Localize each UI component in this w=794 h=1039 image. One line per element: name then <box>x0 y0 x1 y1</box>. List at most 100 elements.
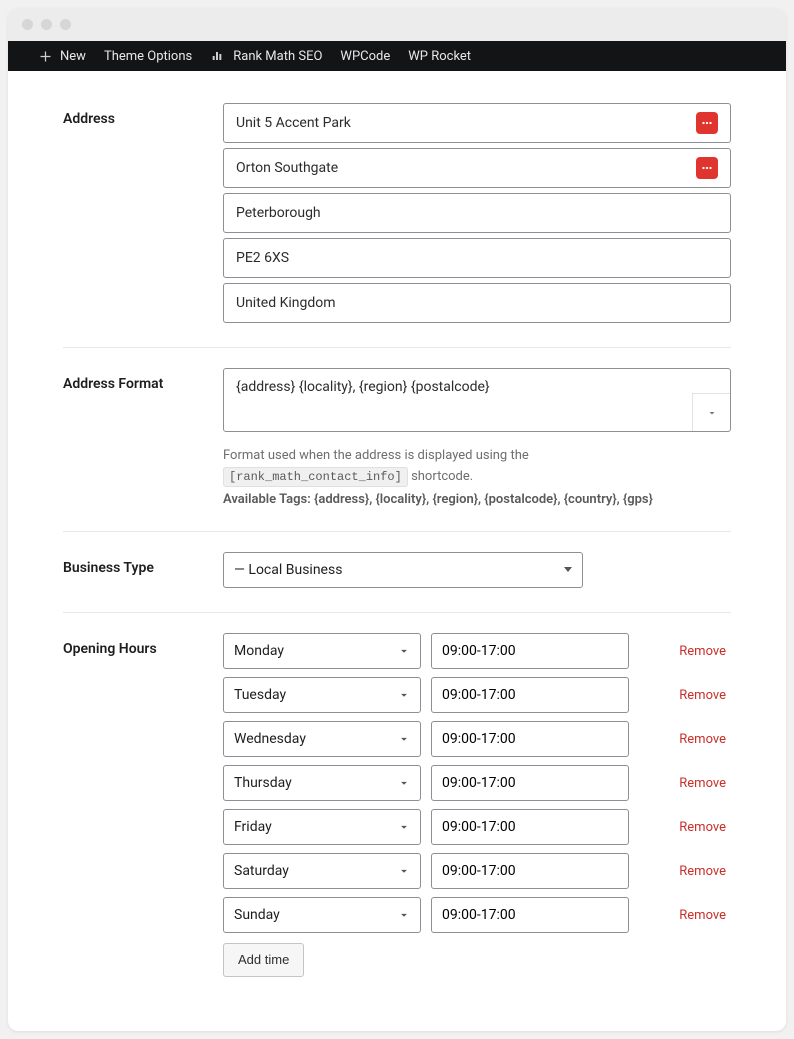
time-input-wrap[interactable] <box>431 897 629 933</box>
address-format-field: Format used when the address is displaye… <box>223 368 731 507</box>
time-input-wrap[interactable] <box>431 721 629 757</box>
help-line-1: Format used when the address is displaye… <box>223 446 731 488</box>
day-select[interactable]: Wednesday <box>223 721 421 757</box>
day-select[interactable]: Monday <box>223 633 421 669</box>
day-value: Friday <box>234 819 272 835</box>
address-format-row: Address Format Format used when the addr… <box>63 356 731 532</box>
business-type-value: — Local Business <box>234 562 342 578</box>
chevron-down-icon <box>397 776 411 790</box>
time-input[interactable] <box>442 863 618 879</box>
bar-chart-icon <box>210 48 226 64</box>
app-window: New Theme Options Rank Math SEO WPCode W… <box>8 8 786 1031</box>
address-line-3-input[interactable] <box>236 205 718 221</box>
day-select[interactable]: Sunday <box>223 897 421 933</box>
chevron-down-icon <box>706 407 718 419</box>
remove-link[interactable]: Remove <box>679 862 731 879</box>
opening-hours-entry: Friday Remove <box>223 809 731 845</box>
address-format-textarea[interactable] <box>224 369 730 427</box>
window-titlebar <box>8 8 786 41</box>
remove-link[interactable]: Remove <box>679 906 731 923</box>
address-line-2-input[interactable] <box>236 160 688 176</box>
opening-hours-fields: Monday Remove Tuesday Remove Wednesday Remove… <box>223 633 731 977</box>
remove-link[interactable]: Remove <box>679 774 731 791</box>
address-fields <box>223 103 731 323</box>
address-line-1-input[interactable] <box>236 115 688 131</box>
address-row: Address <box>63 91 731 348</box>
address-line-4[interactable] <box>223 238 731 278</box>
wpcode-link[interactable]: WPCode <box>340 49 390 64</box>
help-suffix: shortcode. <box>411 469 473 484</box>
add-time-button[interactable]: Add time <box>223 943 304 977</box>
time-input[interactable] <box>442 775 618 791</box>
time-input-wrap[interactable] <box>431 633 629 669</box>
day-select[interactable]: Tuesday <box>223 677 421 713</box>
theme-options-label: Theme Options <box>104 49 192 64</box>
business-type-label: Business Type <box>63 552 223 576</box>
opening-hours-entry: Tuesday Remove <box>223 677 731 713</box>
chevron-down-icon <box>397 644 411 658</box>
wprocket-link[interactable]: WP Rocket <box>408 49 471 64</box>
ellipsis-icon <box>700 161 714 175</box>
opening-hours-entry: Wednesday Remove <box>223 721 731 757</box>
opening-hours-entry: Monday Remove <box>223 633 731 669</box>
address-format-textarea-wrap <box>223 368 731 432</box>
opening-hours-entry: Saturday Remove <box>223 853 731 889</box>
time-input-wrap[interactable] <box>431 809 629 845</box>
chevron-down-icon <box>397 864 411 878</box>
wpcode-label: WPCode <box>340 49 390 64</box>
business-type-select[interactable]: — Local Business <box>223 552 583 588</box>
day-value: Tuesday <box>234 687 286 703</box>
address-line-5[interactable] <box>223 283 731 323</box>
translation-badge-icon[interactable] <box>696 112 718 134</box>
new-label: New <box>60 49 86 64</box>
remove-link[interactable]: Remove <box>679 818 731 835</box>
ellipsis-icon <box>700 116 714 130</box>
day-select[interactable]: Friday <box>223 809 421 845</box>
time-input[interactable] <box>442 819 618 835</box>
day-value: Monday <box>234 643 284 659</box>
caret-down-icon <box>564 567 572 572</box>
wprocket-label: WP Rocket <box>408 49 471 64</box>
textarea-resizer[interactable] <box>692 393 730 431</box>
tags-list: {address}, {locality}, {region}, {postal… <box>314 492 653 507</box>
day-select[interactable]: Saturday <box>223 853 421 889</box>
address-line-4-input[interactable] <box>236 250 718 266</box>
time-input[interactable] <box>442 907 618 923</box>
shortcode-pill: [rank_math_contact_info] <box>223 467 408 487</box>
opening-hours-entry: Sunday Remove <box>223 897 731 933</box>
time-input[interactable] <box>442 687 618 703</box>
time-input-wrap[interactable] <box>431 853 629 889</box>
time-input-wrap[interactable] <box>431 765 629 801</box>
traffic-light-zoom[interactable] <box>60 19 71 30</box>
time-input-wrap[interactable] <box>431 677 629 713</box>
chevron-down-icon <box>397 820 411 834</box>
help-prefix: Format used when the address is displaye… <box>223 448 529 463</box>
address-line-5-input[interactable] <box>236 295 718 311</box>
admin-bar: New Theme Options Rank Math SEO WPCode W… <box>8 41 786 71</box>
rank-math-link[interactable]: Rank Math SEO <box>210 48 322 64</box>
traffic-light-close[interactable] <box>22 19 33 30</box>
rank-math-label: Rank Math SEO <box>233 49 322 64</box>
help-tags: Available Tags: {address}, {locality}, {… <box>223 492 731 507</box>
plus-icon <box>38 49 53 64</box>
traffic-light-minimize[interactable] <box>41 19 52 30</box>
new-link[interactable]: New <box>38 49 86 64</box>
day-select[interactable]: Thursday <box>223 765 421 801</box>
business-type-field: — Local Business <box>223 552 731 588</box>
translation-badge-icon[interactable] <box>696 157 718 179</box>
remove-link[interactable]: Remove <box>679 686 731 703</box>
remove-link[interactable]: Remove <box>679 730 731 747</box>
address-line-2[interactable] <box>223 148 731 188</box>
address-label: Address <box>63 103 223 127</box>
time-input[interactable] <box>442 731 618 747</box>
opening-hours-entry: Thursday Remove <box>223 765 731 801</box>
address-line-1[interactable] <box>223 103 731 143</box>
time-input[interactable] <box>442 643 618 659</box>
remove-link[interactable]: Remove <box>679 642 731 659</box>
chevron-down-icon <box>397 688 411 702</box>
opening-hours-row: Opening Hours MondayRemoveTuesdayRemoveW… <box>63 621 731 1001</box>
address-line-3[interactable] <box>223 193 731 233</box>
settings-content: Address <box>8 71 786 1031</box>
day-value: Sunday <box>234 907 280 923</box>
theme-options-link[interactable]: Theme Options <box>104 49 192 64</box>
